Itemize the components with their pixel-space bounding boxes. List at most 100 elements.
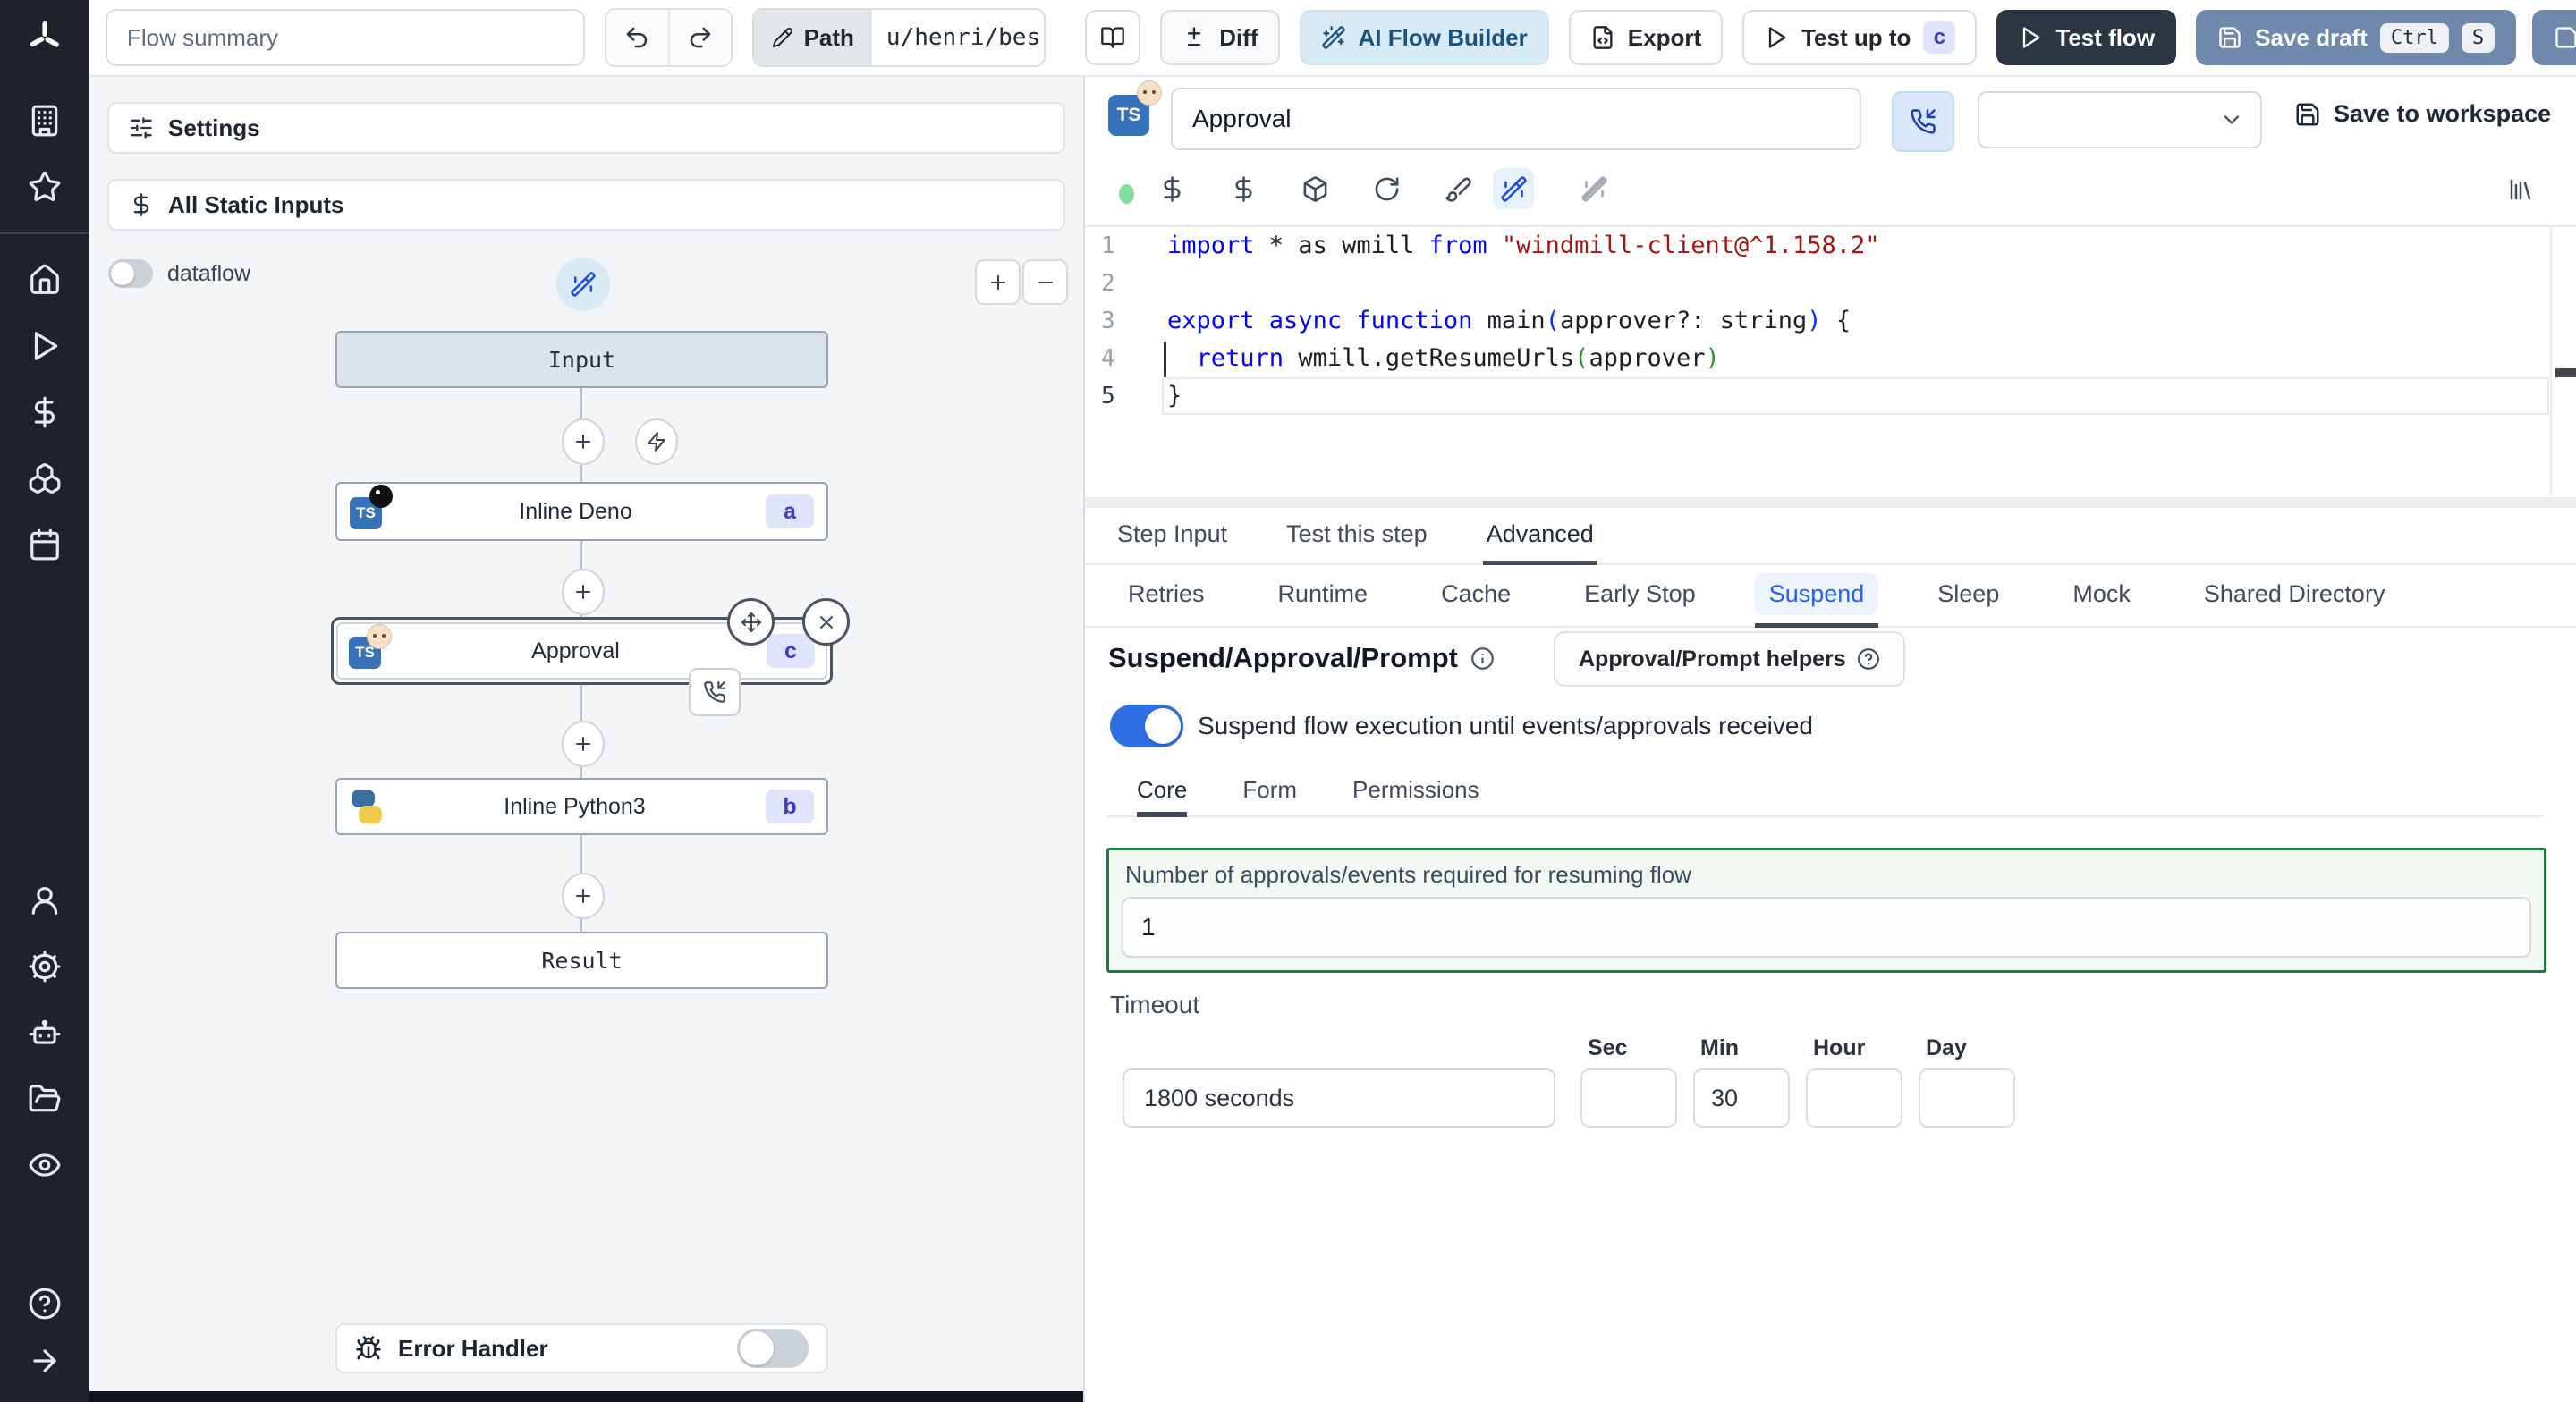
flow-node-result[interactable]: Result (335, 932, 828, 989)
path-button[interactable]: Path (753, 10, 872, 65)
windmill-logo-icon (30, 21, 59, 47)
code-line[interactable]: } (1167, 377, 2522, 415)
export-button[interactable]: Export (1568, 10, 1724, 65)
editor-resize-handle[interactable] (1085, 497, 2576, 508)
add-trigger-button[interactable] (635, 418, 678, 465)
flow-summary-input[interactable] (106, 9, 585, 66)
subtab-mock[interactable]: Mock (2058, 565, 2145, 628)
add-step-button-4[interactable] (562, 873, 605, 919)
help-circle-icon (29, 1288, 61, 1320)
sidebar-item-users[interactable] (0, 867, 89, 933)
test-flow-button[interactable]: Test flow (1996, 10, 2177, 65)
package-button[interactable] (1294, 168, 1335, 209)
plus-minus-icon (1188, 27, 1201, 46)
sidebar-item-runs[interactable] (0, 313, 89, 379)
overview-ruler-marker[interactable] (2555, 368, 2576, 377)
suspend-phone-badge[interactable] (689, 668, 741, 716)
ai-disabled-button[interactable] (1573, 168, 1614, 209)
timeout-seconds-input[interactable] (1123, 1068, 1555, 1128)
sidebar-item-folders[interactable] (0, 1066, 89, 1132)
windmill-logo[interactable] (0, 0, 89, 75)
path-value[interactable]: u/henri/bes (871, 10, 1045, 65)
approval-prompt-helpers-button[interactable]: Approval/Prompt helpers (1554, 631, 1905, 687)
subtab-runtime[interactable]: Runtime (1264, 565, 1383, 628)
sidebar-item-variables[interactable] (0, 379, 89, 445)
redo-button[interactable] (668, 10, 731, 65)
info-icon[interactable] (1470, 646, 1495, 671)
tab-step-input[interactable]: Step Input (1114, 508, 1231, 565)
suspend-tab-form[interactable]: Form (1242, 767, 1297, 817)
flow-node-input[interactable]: Input (335, 331, 828, 388)
variables-picker-button[interactable] (1151, 168, 1192, 209)
sidebar-item-schedules[interactable] (0, 511, 89, 578)
error-handler-toggle[interactable] (737, 1329, 809, 1368)
ai-assistant-button[interactable] (1493, 168, 1534, 209)
phone-incoming-icon (1911, 109, 1936, 134)
code-line[interactable]: return wmill.getResumeUrls(approver) (1167, 340, 2522, 377)
tab-advanced[interactable]: Advanced (1482, 508, 1597, 565)
subtab-early-stop[interactable]: Early Stop (1570, 565, 1710, 628)
code-lines[interactable]: import * as wmill from "windmill-client@… (1167, 227, 2522, 415)
subtab-shared-directory[interactable]: Shared Directory (2190, 565, 2400, 628)
timeout-min-input[interactable] (1693, 1068, 1790, 1128)
subtab-sleep[interactable]: Sleep (1923, 565, 2013, 628)
dataflow-toggle[interactable] (108, 259, 153, 288)
reload-button[interactable] (1366, 168, 1407, 209)
subtab-retries[interactable]: Retries (1114, 565, 1219, 628)
timeout-hour-input[interactable] (1806, 1068, 1902, 1128)
step-lang-icon: TS (1108, 80, 1162, 136)
flow-node-inline-python3[interactable]: Inline Python3 b (335, 778, 828, 835)
diff-button[interactable]: Diff (1160, 10, 1280, 65)
sidebar-item-audit-logs[interactable] (0, 1132, 89, 1198)
chevron-down-icon (2224, 115, 2240, 124)
flow-node-approval-selected[interactable]: TS Approval c (331, 598, 850, 716)
sidebar-item-home[interactable] (0, 247, 89, 313)
sidebar-expand-button[interactable] (0, 1332, 89, 1389)
add-step-button-2[interactable] (562, 569, 605, 615)
zoom-in-button[interactable] (975, 259, 1021, 305)
add-step-button-1[interactable] (562, 418, 605, 465)
approvals-count-input[interactable] (1122, 897, 2531, 958)
move-step-button[interactable] (727, 598, 775, 646)
template-select[interactable] (1978, 91, 2262, 148)
sidebar-item-workers[interactable] (0, 1000, 89, 1066)
code-line[interactable] (1167, 265, 2522, 302)
zoom-out-button[interactable] (1022, 259, 1068, 305)
format-button[interactable] (1437, 168, 1479, 209)
step-name-input[interactable] (1171, 88, 1861, 150)
sidebar-item-settings[interactable] (0, 933, 89, 1000)
undo-button[interactable] (606, 10, 669, 65)
subtab-cache[interactable]: Cache (1427, 565, 1525, 628)
subtab-suspend[interactable]: Suspend (1754, 565, 1879, 628)
deploy-button-partial[interactable] (2532, 10, 2576, 65)
add-step-button-3[interactable] (562, 721, 605, 767)
timeout-day-input[interactable] (1919, 1068, 2015, 1128)
sidebar-item-help[interactable] (0, 1275, 89, 1332)
test-up-to-button[interactable]: Test up to c (1742, 10, 1978, 65)
resources-picker-button[interactable] (1223, 168, 1264, 209)
suspend-inner-tabs: Core Form Permissions (1106, 767, 2544, 817)
ai-graph-assistant-button[interactable] (556, 258, 610, 311)
delete-step-button[interactable] (802, 598, 850, 646)
suspend-tab-core[interactable]: Core (1137, 767, 1188, 817)
all-static-inputs-button[interactable]: All Static Inputs (107, 179, 1065, 231)
code-line[interactable]: export async function main(approver?: st… (1167, 302, 2522, 340)
sidebar-item-workspace[interactable] (0, 88, 89, 154)
docs-button[interactable] (1085, 10, 1141, 65)
sidebar-item-favorites[interactable] (0, 154, 89, 220)
library-button[interactable] (2501, 170, 2540, 209)
suspend-flow-toggle[interactable] (1110, 705, 1183, 747)
flow-node-inline-deno[interactable]: TS Inline Deno a (335, 482, 828, 541)
suspend-tab-permissions[interactable]: Permissions (1352, 767, 1479, 817)
save-draft-button[interactable]: Save draft Ctrl S (2196, 10, 2517, 65)
ai-flow-builder-button[interactable]: AI Flow Builder (1299, 10, 1549, 65)
tab-test-this-step[interactable]: Test this step (1283, 508, 1431, 565)
save-to-workspace-button[interactable]: Save to workspace (2294, 100, 2551, 128)
approval-step-toggle-button[interactable] (1892, 91, 1954, 152)
flow-settings-button[interactable]: Settings (107, 102, 1065, 154)
timeout-sec-input[interactable] (1580, 1068, 1677, 1128)
sidebar-item-resources[interactable] (0, 445, 89, 511)
code-line[interactable]: import * as wmill from "windmill-client@… (1167, 227, 2522, 265)
dataflow-label: dataflow (167, 260, 251, 286)
wand-sparkles-icon (1321, 26, 1345, 49)
